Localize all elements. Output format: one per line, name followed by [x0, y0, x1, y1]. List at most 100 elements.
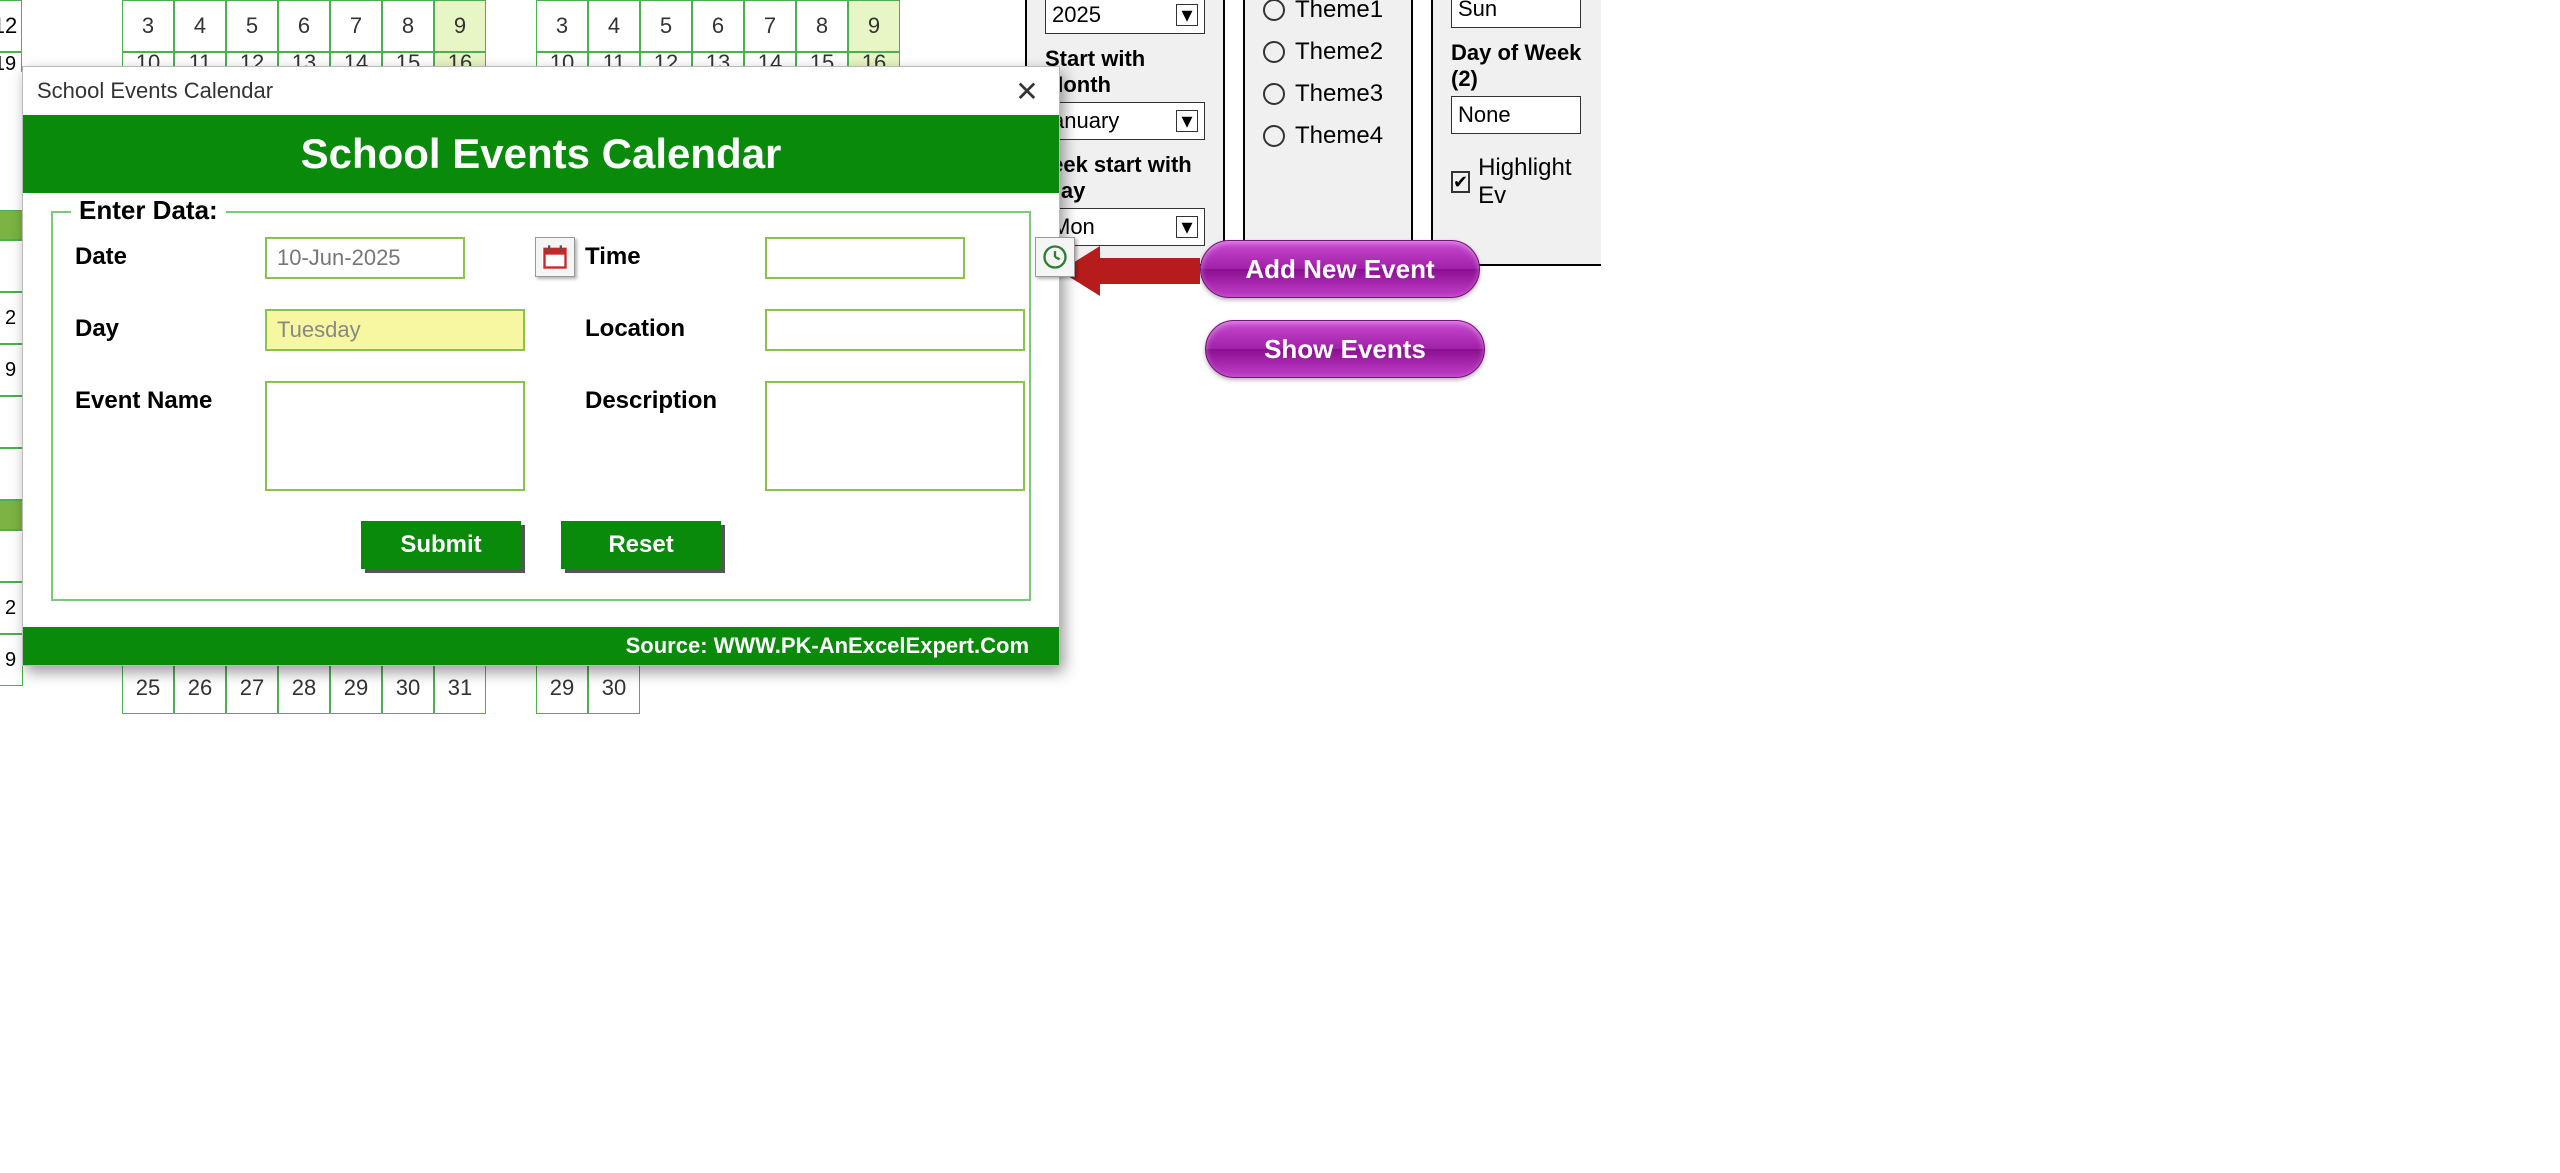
dialog-footer: Source: WWW.PK-AnExcelExpert.Com	[23, 627, 1059, 665]
date-input[interactable]	[265, 237, 465, 279]
calendar-cell: 7	[330, 0, 382, 52]
close-button[interactable]: ✕	[1009, 73, 1045, 109]
theme-label: Theme1	[1295, 0, 1383, 24]
event-name-input[interactable]	[265, 381, 525, 491]
calendar-cell: 3	[536, 0, 588, 52]
day-input[interactable]	[265, 309, 525, 351]
side-strip: 9	[0, 634, 23, 686]
side-strip	[0, 448, 23, 500]
calendar-cell: 30	[382, 662, 434, 714]
start-month-select[interactable]: anuary ▾	[1045, 102, 1205, 140]
radio-icon	[1263, 0, 1285, 21]
school-events-dialog: School Events Calendar ✕ School Events C…	[22, 66, 1060, 666]
fieldset-legend: Enter Data:	[71, 195, 226, 226]
time-picker-button[interactable]	[1035, 237, 1075, 277]
side-strip	[0, 240, 23, 292]
description-label: Description	[585, 381, 765, 415]
theme4-radio[interactable]: Theme4	[1263, 122, 1393, 150]
radio-icon	[1263, 125, 1285, 147]
radio-icon	[1263, 83, 1285, 105]
submit-button[interactable]: Submit	[361, 521, 521, 569]
checkbox-icon: ✔	[1451, 171, 1470, 193]
description-input[interactable]	[765, 381, 1025, 491]
add-new-event-label: Add New Event	[1245, 254, 1434, 285]
config-panel: 2025 ▾ Start with Month anuary ▾ /eek st…	[1025, 0, 1601, 266]
day-label: Day	[75, 309, 265, 343]
calendar-cell: 30	[588, 662, 640, 714]
highlight-label: Highlight Ev	[1478, 154, 1583, 210]
side-strip	[0, 210, 23, 240]
calendar-cell: 5	[226, 0, 278, 52]
calendar-cell: 4	[174, 0, 226, 52]
start-month-label: Start with Month	[1045, 46, 1205, 98]
date-label: Date	[75, 237, 265, 271]
enter-data-fieldset: Enter Data: Date Time Day L	[51, 211, 1031, 601]
close-icon: ✕	[1015, 75, 1038, 108]
calendar-cell: 8	[382, 0, 434, 52]
year-value: 2025	[1052, 2, 1101, 28]
theme1-radio[interactable]: Theme1	[1263, 0, 1393, 24]
calendar-cell: 28	[278, 662, 330, 714]
side-strip: 9	[0, 344, 23, 396]
day-week2-label: Day of Week (2)	[1451, 40, 1583, 92]
theme-label: Theme2	[1295, 38, 1383, 66]
dropdown-arrow-icon: ▾	[1176, 110, 1198, 132]
event-name-label: Event Name	[75, 381, 265, 415]
calendar-cell: 6	[692, 0, 744, 52]
side-strip: 2	[0, 292, 23, 344]
week-start-label: /eek start with Day	[1045, 152, 1205, 204]
side-strip: 2	[0, 582, 23, 634]
day-week1-select[interactable]: Sun	[1451, 0, 1581, 28]
calendar-cell: 31	[434, 662, 486, 714]
calendar-cell: 9	[848, 0, 900, 52]
show-events-label: Show Events	[1264, 334, 1426, 365]
location-label: Location	[585, 309, 765, 343]
theme-config: Theme1 Theme2 Theme3 Theme4	[1243, 0, 1413, 266]
reset-button[interactable]: Reset	[561, 521, 721, 569]
start-month-value: anuary	[1052, 108, 1119, 134]
calendar-cell: 19	[0, 52, 22, 72]
dialog-titlebar: School Events Calendar ✕	[23, 67, 1059, 115]
day-week1-value: Sun	[1458, 0, 1497, 22]
day-week2-select[interactable]: None	[1451, 96, 1581, 134]
clock-icon	[1041, 243, 1069, 271]
calendar-cell: 7	[744, 0, 796, 52]
submit-label: Submit	[400, 531, 481, 558]
day-config: Sun Day of Week (2) None ✔ Highlight Ev	[1431, 0, 1601, 266]
add-new-event-button[interactable]: Add New Event	[1200, 240, 1480, 298]
calendar-cell: 25	[122, 662, 174, 714]
theme2-radio[interactable]: Theme2	[1263, 38, 1393, 66]
day-week2-value: None	[1458, 102, 1511, 128]
dialog-window-title: School Events Calendar	[37, 78, 273, 104]
date-picker-button[interactable]	[535, 237, 575, 277]
calendar-cell: 12	[0, 0, 22, 52]
calendar-cell: 8	[796, 0, 848, 52]
radio-icon	[1263, 41, 1285, 63]
dialog-header: School Events Calendar	[23, 115, 1059, 193]
dropdown-arrow-icon: ▾	[1176, 216, 1198, 238]
theme3-radio[interactable]: Theme3	[1263, 80, 1393, 108]
show-events-button[interactable]: Show Events	[1205, 320, 1485, 378]
calendar-cell: 6	[278, 0, 330, 52]
side-strip	[0, 500, 23, 530]
reset-label: Reset	[608, 531, 673, 558]
calendar-cell: 9	[434, 0, 486, 52]
location-input[interactable]	[765, 309, 1025, 351]
side-strip	[0, 530, 23, 582]
calendar-icon	[541, 243, 569, 271]
year-select[interactable]: 2025 ▾	[1045, 0, 1205, 34]
calendar-cell: 4	[588, 0, 640, 52]
highlight-checkbox[interactable]: ✔ Highlight Ev	[1451, 154, 1583, 210]
calendar-cell: 29	[330, 662, 382, 714]
calendar-cell: 5	[640, 0, 692, 52]
calendar-cell: 27	[226, 662, 278, 714]
calendar-cell: 3	[122, 0, 174, 52]
theme-label: Theme4	[1295, 122, 1383, 150]
side-strip	[0, 396, 23, 448]
dialog-header-title: School Events Calendar	[301, 130, 782, 178]
time-label: Time	[585, 237, 765, 271]
theme-label: Theme3	[1295, 80, 1383, 108]
calendar-cell: 26	[174, 662, 226, 714]
arrow-indicator-icon	[1060, 246, 1200, 296]
time-input[interactable]	[765, 237, 965, 279]
